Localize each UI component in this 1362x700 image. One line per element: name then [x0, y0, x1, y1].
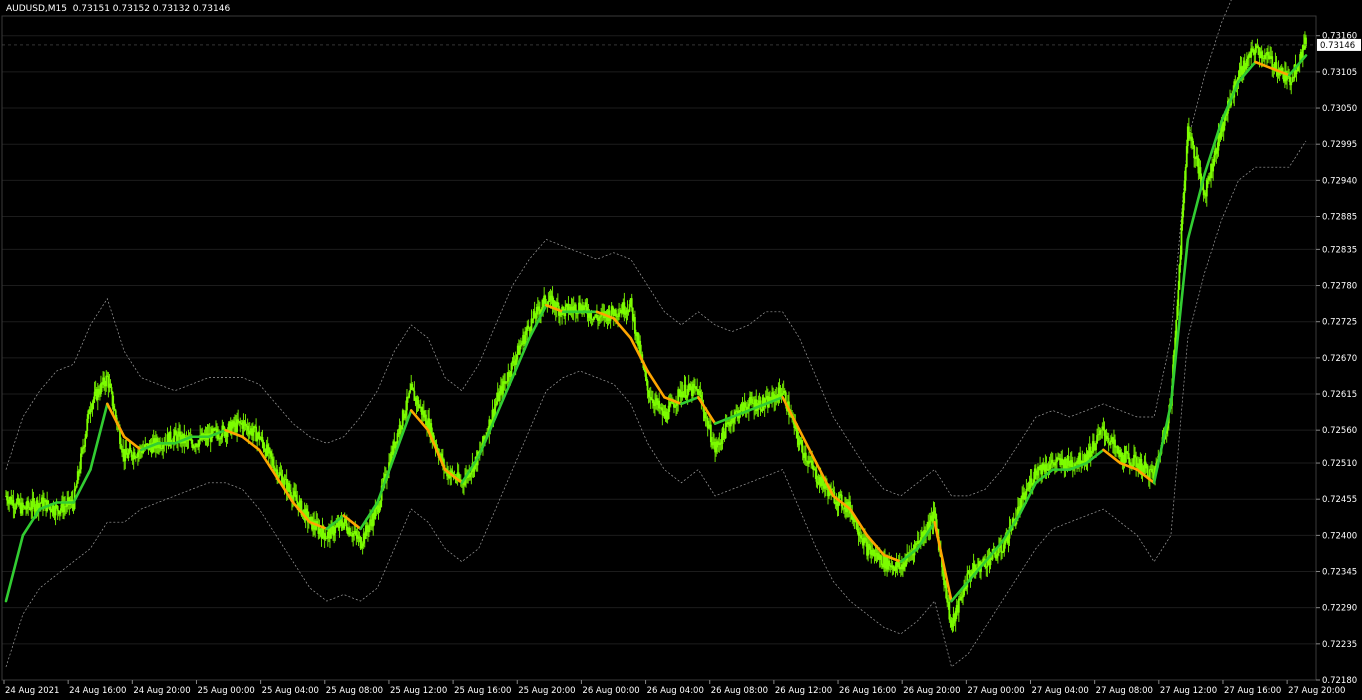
candle-body: [296, 500, 299, 504]
candle-body: [74, 487, 77, 490]
y-tick-label: 0.72510: [1322, 459, 1357, 469]
candle-body: [618, 312, 620, 317]
y-tick-label: 0.72835: [1322, 245, 1357, 255]
y-tick-label: 0.72780: [1322, 282, 1357, 292]
envelope-bands: [5, 0, 1307, 668]
y-tick-label: 0.72455: [1322, 495, 1357, 505]
chart-axes: 0.731600.731050.730500.729950.729400.728…: [1, 15, 1361, 696]
x-tick-label: 27 Aug 20:00: [1288, 686, 1345, 696]
ma-segment: [477, 415, 497, 458]
candle-body: [801, 445, 804, 454]
x-tick-label: 26 Aug 20:00: [903, 686, 960, 696]
candle-body: [84, 438, 87, 447]
symbol-label: AUDUSD,M15: [6, 4, 67, 14]
x-tick-label: 24 Aug 20:00: [133, 686, 190, 696]
x-tick-label: 27 Aug 04:00: [1032, 686, 1089, 696]
candle-body: [841, 506, 844, 509]
x-tick-label: 25 Aug 08:00: [326, 686, 383, 696]
candle-body: [1095, 443, 1097, 451]
x-tick-label: 26 Aug 08:00: [711, 686, 768, 696]
x-tick-label: 25 Aug 04:00: [262, 686, 319, 696]
candle-body: [110, 387, 113, 392]
x-tick-label: 26 Aug 16:00: [839, 686, 896, 696]
y-tick-label: 0.72560: [1322, 426, 1357, 436]
x-tick-label: 25 Aug 00:00: [197, 686, 254, 696]
candle-body: [1051, 459, 1054, 463]
y-tick-label: 0.72725: [1322, 318, 1357, 328]
upper-band-line: [5, 0, 1232, 497]
y-tick-label: 0.72180: [1322, 676, 1357, 686]
x-tick-label: 26 Aug 00:00: [582, 686, 639, 696]
ma-segment: [4, 534, 25, 603]
x-tick-label: 27 Aug 08:00: [1096, 686, 1153, 696]
y-tick-label: 0.72290: [1322, 604, 1357, 614]
plot-frame: [1, 15, 1317, 681]
candle-body: [1192, 140, 1194, 146]
x-tick-label: 25 Aug 12:00: [390, 686, 447, 696]
y-tick-label: 0.72940: [1322, 176, 1357, 186]
candle-body: [804, 452, 807, 461]
x-tick-label: 26 Aug 12:00: [775, 686, 832, 696]
candle-body: [1193, 145, 1196, 159]
y-tick-label: 0.73050: [1322, 104, 1357, 114]
candle-body: [1107, 437, 1110, 442]
x-tick-label: 26 Aug 04:00: [647, 686, 704, 696]
y-tick-label: 0.72345: [1322, 568, 1357, 578]
x-tick-label: 27 Aug 12:00: [1160, 686, 1217, 696]
chart-header: AUDUSD,M15 0.73151 0.73152 0.73132 0.731…: [6, 4, 230, 14]
ma-segment: [781, 396, 801, 432]
candle-body: [409, 390, 412, 393]
candle-body: [1290, 82, 1293, 86]
x-tick-label: 25 Aug 20:00: [518, 686, 575, 696]
candle-body: [1184, 166, 1187, 181]
y-tick-label: 0.73105: [1322, 68, 1357, 78]
x-tick-label: 24 Aug 2021: [5, 686, 59, 696]
candle-body: [630, 298, 633, 308]
y-tick-label: 0.72400: [1322, 531, 1357, 541]
moving-average-line: [4, 54, 1308, 603]
candle-body: [957, 598, 960, 613]
candle-series: [5, 31, 1307, 633]
y-tick-label: 0.72615: [1322, 390, 1357, 400]
chart-grid: [2, 35, 1316, 681]
ohlc-quote: 0.73151 0.73152 0.73132 0.73146: [72, 4, 231, 14]
x-tick-label: 25 Aug 16:00: [454, 686, 511, 696]
x-tick-label: 27 Aug 16:00: [1224, 686, 1281, 696]
candle-body: [105, 375, 108, 387]
y-tick-label: 0.72235: [1322, 640, 1357, 650]
ma-segment: [1152, 402, 1173, 485]
ma-segment: [680, 396, 700, 406]
y-tick-label: 0.72995: [1322, 140, 1357, 150]
candle-body: [75, 483, 78, 488]
candle-body: [1295, 71, 1298, 75]
current-price-label: 0.73146: [1320, 41, 1355, 51]
candle-body: [1177, 289, 1180, 307]
candle-body: [1146, 465, 1149, 476]
price-chart[interactable]: 0.731600.731050.730500.729950.729400.728…: [0, 0, 1362, 700]
candle-body: [283, 479, 286, 485]
ma-segment: [1186, 172, 1207, 241]
x-tick-label: 24 Aug 16:00: [69, 686, 126, 696]
y-tick-label: 0.72885: [1322, 213, 1357, 223]
candle-body: [646, 380, 649, 391]
x-tick-label: 27 Aug 00:00: [967, 686, 1024, 696]
ma-segment: [1220, 80, 1240, 123]
ma-segment: [933, 520, 953, 603]
y-tick-label: 0.72670: [1322, 354, 1357, 364]
